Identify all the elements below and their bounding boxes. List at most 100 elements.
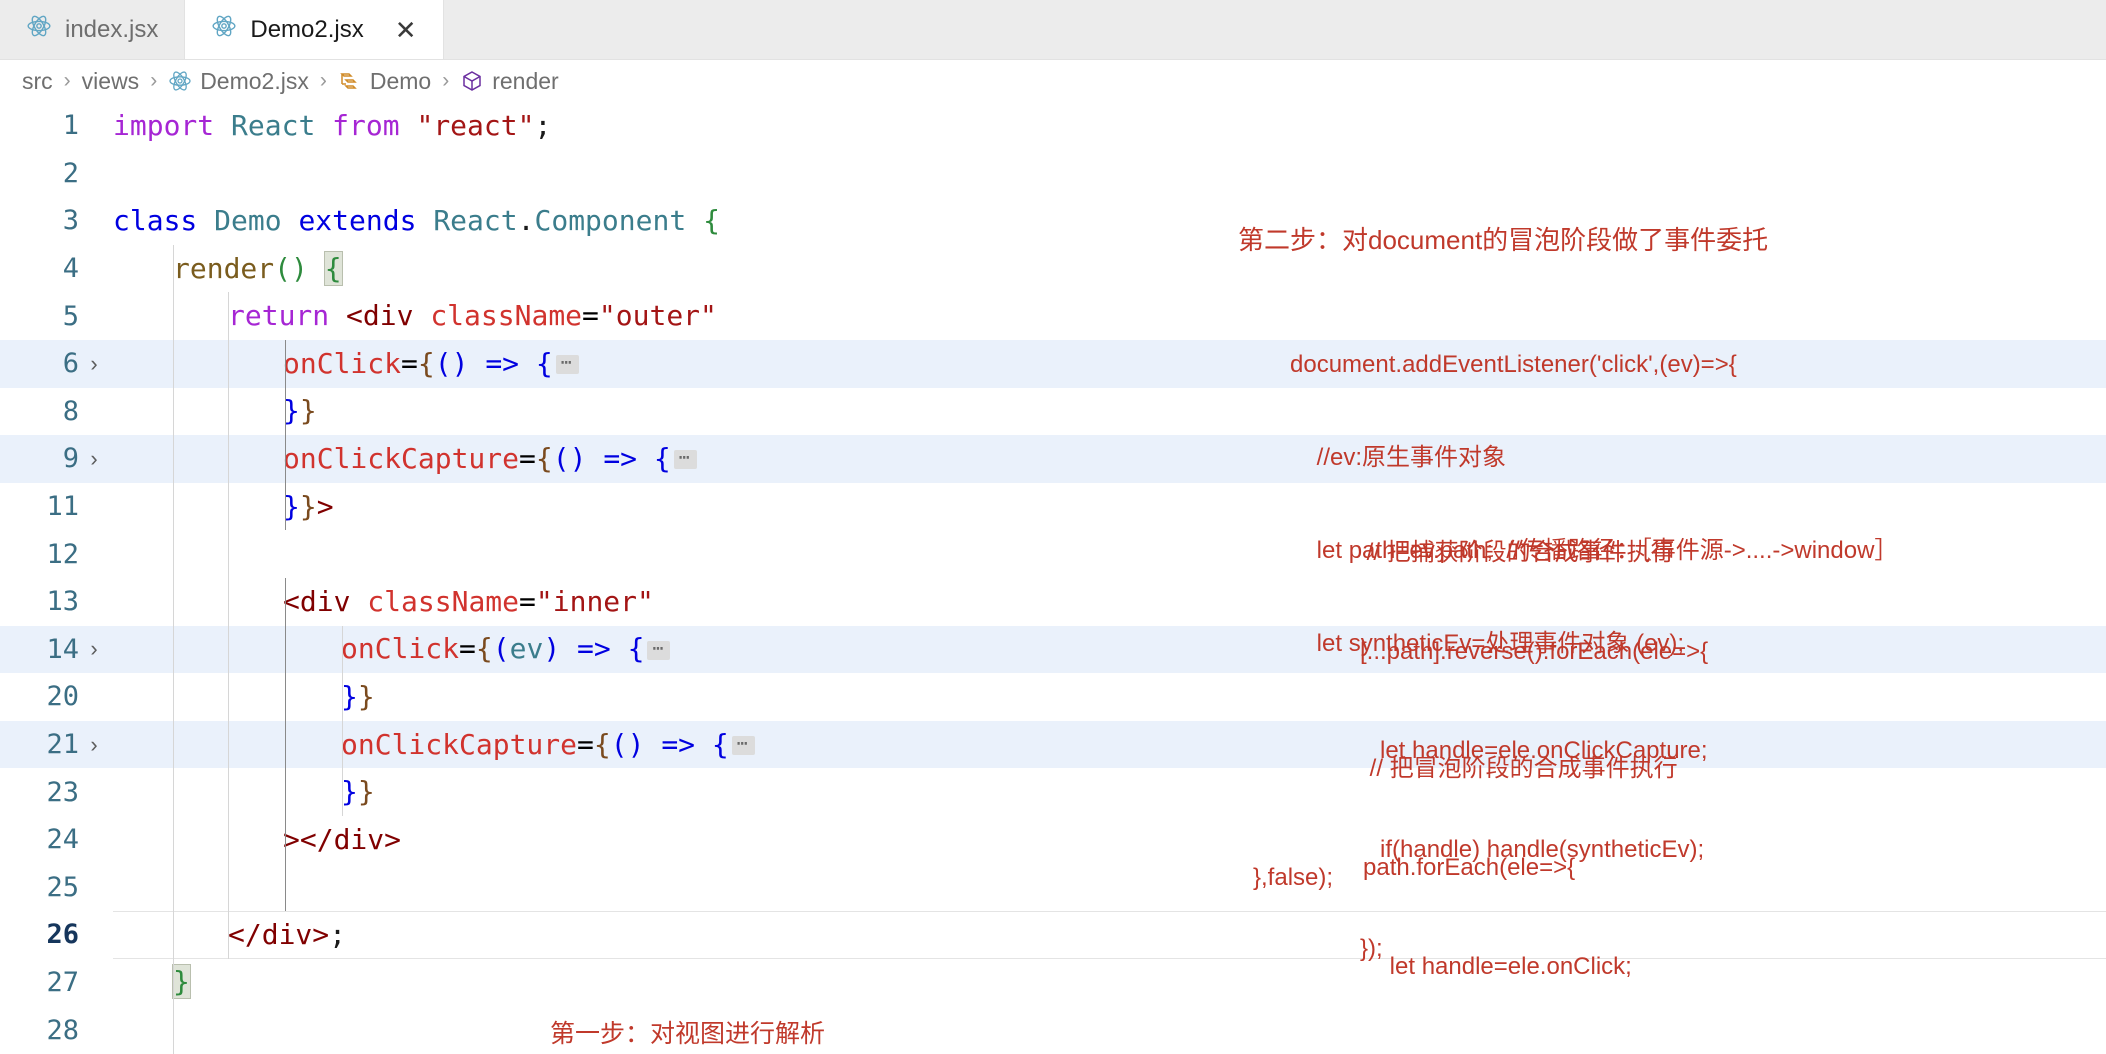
fold-ellipsis-badge[interactable]: ⋯: [731, 735, 755, 756]
line-gutter: 1: [0, 102, 113, 150]
line-number: 23: [46, 776, 79, 808]
breadcrumb-label: Demo2.jsx: [200, 67, 309, 94]
code-content: onClick={() => {⋯: [113, 340, 2106, 388]
line-number: 3: [62, 205, 79, 237]
line-gutter: 4: [0, 245, 113, 293]
line-number: 6: [62, 348, 79, 380]
code-line-folded[interactable]: 21 › onClickCapture={() => {⋯: [0, 720, 2106, 769]
breadcrumb-item-render-method[interactable]: render: [460, 68, 559, 95]
code-line-folded[interactable]: 6 › onClick={() => {⋯: [0, 339, 2106, 388]
code-content: [113, 530, 2106, 578]
fold-ellipsis-badge[interactable]: ⋯: [555, 354, 579, 375]
line-gutter: 27: [0, 959, 113, 1007]
code-content: }}: [341, 679, 375, 713]
code-line[interactable]: 28: [0, 1006, 2106, 1054]
line-number: 11: [46, 491, 79, 523]
line-number: 20: [46, 681, 79, 713]
tab-demo2-jsx[interactable]: Demo2.jsx ✕: [185, 0, 444, 59]
line-number: 28: [46, 1014, 79, 1046]
class-icon: [338, 69, 362, 93]
code-content: onClickCapture={() => {⋯: [113, 435, 2106, 483]
code-line-folded[interactable]: 9 › onClickCapture={() => {⋯: [0, 435, 2106, 483]
fold-ellipsis-badge[interactable]: ⋯: [673, 449, 697, 470]
code-content: return <div className="outer": [228, 299, 717, 333]
code-content: render() {: [173, 250, 343, 286]
react-icon: [211, 13, 237, 46]
line-gutter: 8: [0, 388, 113, 436]
code-line-folded[interactable]: 14 › onClick={(ev) => {⋯: [0, 625, 2106, 674]
fold-chevron-icon[interactable]: ›: [79, 732, 109, 758]
code-line[interactable]: 23 }}: [0, 768, 2106, 816]
breadcrumb-label: src: [22, 67, 53, 94]
tab-index-jsx[interactable]: index.jsx: [0, 0, 186, 59]
line-number: 27: [46, 966, 79, 998]
chevron-right-icon: ›: [442, 69, 450, 92]
code-line[interactable]: 4 render() {: [0, 244, 2106, 293]
code-content: onClickCapture={() => {⋯: [113, 721, 2106, 769]
breadcrumb: src › views › Demo2.jsx › Demo › render: [0, 60, 2106, 102]
breadcrumb-item-demo-class[interactable]: Demo: [338, 68, 431, 95]
code-line[interactable]: 13 <div className="inner": [0, 577, 2106, 626]
code-content: class Demo extends React.Component {: [113, 203, 720, 237]
editor-tab-bar: index.jsx Demo2.jsx ✕: [0, 0, 2106, 60]
breadcrumb-item-demo2-jsx[interactable]: Demo2.jsx: [168, 68, 309, 95]
line-gutter: 24: [0, 816, 113, 864]
line-gutter: 12: [0, 530, 113, 578]
breadcrumb-label: Demo: [369, 67, 432, 94]
chevron-right-icon: ›: [150, 69, 158, 92]
breadcrumb-item-views[interactable]: views: [82, 68, 140, 95]
code-line[interactable]: 11 }}>: [0, 482, 2106, 531]
fold-chevron-icon[interactable]: ›: [79, 446, 109, 472]
line-number: 13: [46, 586, 79, 618]
breadcrumb-item-src[interactable]: src: [22, 68, 53, 95]
react-icon: [168, 69, 192, 93]
line-gutter: 20: [0, 673, 113, 721]
line-gutter: 25: [0, 864, 113, 912]
code-content: }}: [341, 775, 375, 809]
line-gutter: 11: [0, 483, 113, 531]
line-number: 5: [62, 300, 79, 332]
code-line[interactable]: 25: [0, 863, 2106, 912]
code-line[interactable]: 8 }}: [0, 387, 2106, 436]
line-gutter: 14 ›: [0, 626, 113, 674]
code-line[interactable]: 3 class Demo extends React.Component {: [0, 197, 2106, 245]
line-number: 14: [46, 633, 79, 665]
line-gutter: 21 ›: [0, 721, 113, 769]
breadcrumb-label: views: [81, 67, 140, 94]
code-content: }: [172, 964, 191, 1000]
chevron-right-icon: ›: [319, 69, 327, 92]
line-number: 21: [46, 729, 79, 761]
code-line[interactable]: 5 return <div className="outer": [0, 292, 2106, 340]
line-number-current: 26: [46, 919, 79, 951]
line-number: 24: [46, 824, 79, 856]
line-gutter: 6 ›: [0, 340, 113, 388]
line-number: 4: [62, 253, 79, 285]
fold-chevron-icon[interactable]: ›: [79, 351, 109, 377]
line-gutter: 13: [0, 578, 113, 626]
code-line[interactable]: 24 ></div>: [0, 815, 2106, 864]
fold-ellipsis-badge[interactable]: ⋯: [647, 639, 671, 660]
code-content: [113, 150, 2106, 198]
line-gutter: 5: [0, 292, 113, 340]
code-content: [113, 864, 2106, 912]
code-line[interactable]: 27 }: [0, 958, 2106, 1007]
code-line[interactable]: 2: [0, 150, 2106, 198]
code-line[interactable]: 1 import React from "react";: [0, 102, 2106, 150]
line-number: 8: [62, 395, 79, 427]
fold-chevron-icon[interactable]: ›: [79, 636, 109, 662]
code-content: }}>: [283, 489, 334, 523]
close-icon[interactable]: ✕: [395, 17, 417, 43]
code-line[interactable]: 12: [0, 530, 2106, 578]
line-number: 25: [46, 871, 79, 903]
line-number: 2: [62, 157, 79, 189]
line-gutter: 3: [0, 197, 113, 245]
code-editor[interactable]: 1 import React from "react"; 2 3 class D…: [0, 102, 2106, 1054]
code-content: [113, 1006, 2106, 1054]
line-number: 1: [62, 110, 79, 142]
line-gutter: 26: [0, 911, 113, 959]
line-gutter: 2: [0, 150, 113, 198]
line-gutter: 28: [0, 1006, 113, 1054]
code-line[interactable]: 20 }}: [0, 673, 2106, 721]
tab-label: index.jsx: [65, 15, 159, 43]
code-line-active[interactable]: 26 </div>;: [0, 911, 2106, 959]
